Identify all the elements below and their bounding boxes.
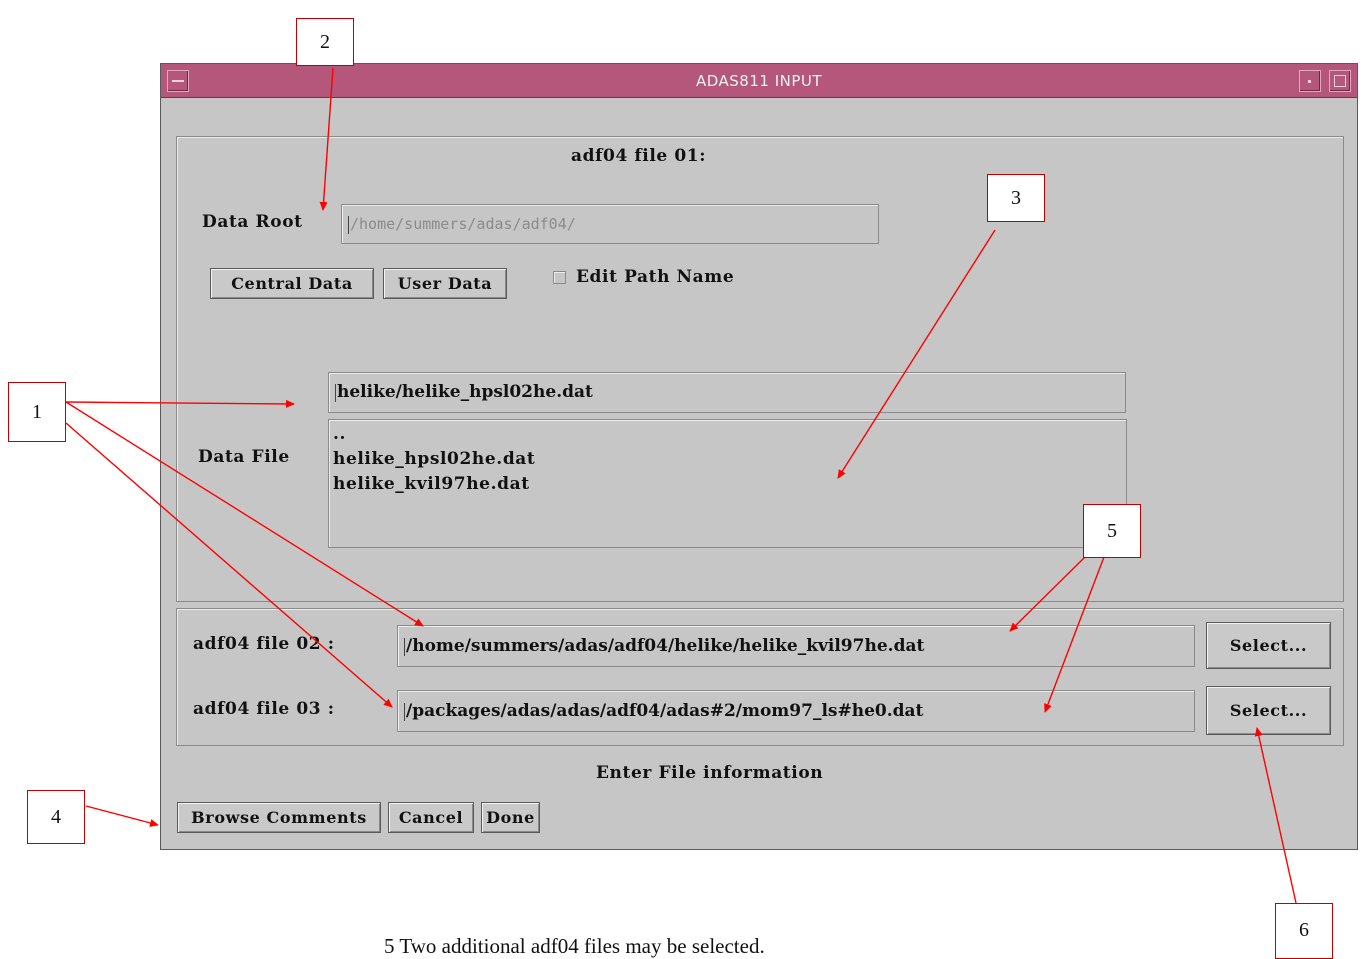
annotation-6: 6 bbox=[1275, 903, 1333, 959]
arrow-3 bbox=[837, 229, 996, 479]
arrow-1a bbox=[65, 399, 295, 408]
annotation-arrows bbox=[65, 67, 1297, 904]
annotation-3: 3 bbox=[987, 174, 1045, 222]
arrow-4 bbox=[85, 805, 159, 827]
annotation-2: 2 bbox=[296, 18, 354, 66]
arrow-1c bbox=[65, 422, 393, 708]
caption-text: 5 Two additional adf04 files may be sele… bbox=[384, 934, 765, 958]
annotation-5: 5 bbox=[1083, 504, 1141, 558]
arrow-2 bbox=[319, 67, 334, 211]
annotation-1: 1 bbox=[8, 382, 66, 442]
annotation-4: 4 bbox=[27, 790, 85, 844]
arrow-6 bbox=[1254, 727, 1297, 904]
arrow-5b bbox=[1044, 556, 1105, 713]
arrow-5a bbox=[1009, 556, 1086, 632]
arrow-1b bbox=[65, 401, 424, 627]
